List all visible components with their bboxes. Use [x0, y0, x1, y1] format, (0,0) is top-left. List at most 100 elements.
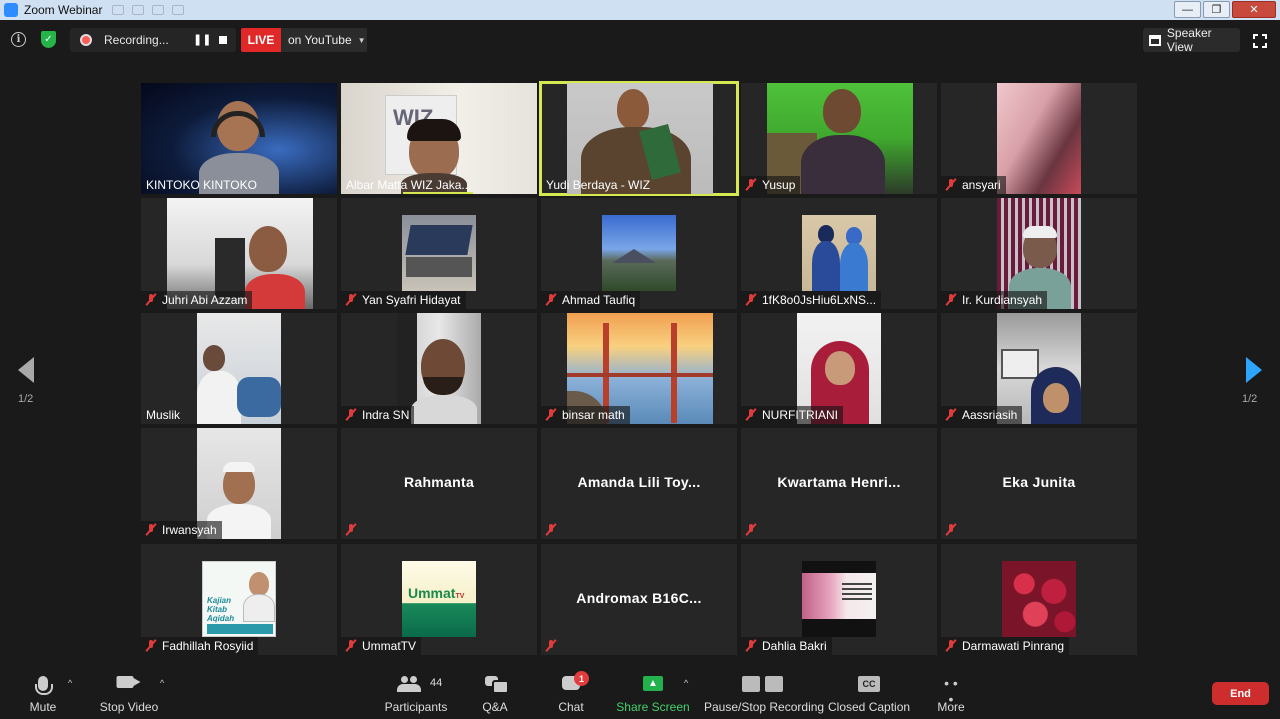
participants-label: Participants: [384, 700, 448, 714]
participant-tile[interactable]: Darmawati Pinrang: [941, 544, 1137, 655]
participant-tile[interactable]: Aassriasih: [941, 313, 1137, 424]
participant-tile[interactable]: Yusup: [741, 83, 937, 194]
video-options-chevron-up-icon[interactable]: ^: [160, 678, 164, 688]
participant-display-name: Amanda Lili Toy...: [577, 474, 701, 490]
chat-label: Chat: [558, 700, 584, 714]
speaker-view-label: Speaker View: [1166, 26, 1212, 54]
stop-video-button[interactable]: Stop Video: [96, 664, 162, 719]
page-indicator-left: 1/2: [18, 393, 34, 405]
share-options-chevron-up-icon[interactable]: ^: [684, 678, 688, 688]
previous-page-arrow-icon[interactable]: [18, 357, 34, 383]
participant-name-label: Dahlia Bakri: [741, 637, 832, 655]
participant-name-label: [541, 637, 567, 655]
muted-mic-icon: [746, 179, 756, 191]
participant-tile[interactable]: Rahmanta: [341, 428, 537, 539]
participant-tile[interactable]: Amanda Lili Toy...: [541, 428, 737, 539]
muted-mic-icon: [346, 294, 356, 306]
participant-tile[interactable]: Indra SN: [341, 313, 537, 424]
recording-dot-icon: [80, 34, 92, 46]
participant-tile[interactable]: ansyari: [941, 83, 1137, 194]
muted-mic-icon: [946, 179, 956, 191]
zoom-app-icon: [4, 3, 18, 17]
share-screen-label: Share Screen: [616, 700, 690, 714]
participant-tile[interactable]: Ir. Kurdiansyah: [941, 198, 1137, 309]
closed-caption-icon: CC: [858, 676, 880, 692]
muted-mic-icon: [946, 640, 956, 652]
participant-tile[interactable]: KINTOKO KINTOKO: [141, 83, 337, 194]
audio-options-chevron-up-icon[interactable]: ^: [68, 678, 72, 688]
muted-mic-icon: [146, 524, 156, 536]
muted-mic-icon: [146, 294, 156, 306]
muted-mic-icon: [346, 524, 356, 536]
participant-video: [402, 215, 476, 291]
participant-name-label: Ahmad Taufiq: [541, 291, 641, 309]
chat-unread-badge: 1: [574, 671, 589, 686]
minimize-button[interactable]: —: [1174, 1, 1201, 18]
closed-caption-label: Closed Caption: [828, 700, 911, 714]
participant-tile[interactable]: WIZ Albar Matta WIZ Jaka...: [341, 83, 537, 194]
participant-tile[interactable]: Kwartama Henri...: [741, 428, 937, 539]
meeting-bottom-toolbar: Mute ^ Stop Video ^ Participants 44 Q&A …: [0, 664, 1280, 719]
mute-button[interactable]: Mute: [18, 664, 68, 719]
muted-mic-icon: [546, 294, 556, 306]
muted-mic-icon: [746, 524, 756, 536]
participant-tile[interactable]: Irwansyah: [141, 428, 337, 539]
maximize-button[interactable]: ❐: [1203, 1, 1230, 18]
end-webinar-button[interactable]: End: [1212, 682, 1269, 705]
participants-icon: [397, 676, 421, 692]
muted-mic-icon: [546, 640, 556, 652]
participant-name-label: Irwansyah: [141, 521, 222, 539]
mute-label: Mute: [29, 700, 57, 714]
meeting-top-toolbar: i ✓ Recording... ❚❚ LIVE on YouTube ▼ Sp…: [0, 20, 1280, 60]
participant-tile[interactable]: Eka Junita: [941, 428, 1137, 539]
live-badge: LIVE: [241, 28, 281, 52]
muted-mic-icon: [746, 294, 756, 306]
participant-name-label: KINTOKO KINTOKO: [146, 178, 257, 192]
participant-tile[interactable]: Yan Syafri Hidayat: [341, 198, 537, 309]
recording-status-text: Recording...: [104, 33, 169, 47]
live-stream-target-dropdown[interactable]: on YouTube ▼: [281, 28, 367, 52]
next-page-arrow-icon[interactable]: [1246, 357, 1262, 383]
closed-caption-button[interactable]: CC Closed Caption: [828, 664, 910, 719]
close-window-button[interactable]: ✕: [1232, 1, 1276, 18]
muted-mic-icon: [546, 524, 556, 536]
muted-mic-icon: [946, 294, 956, 306]
participant-name-label: binsar math: [541, 406, 630, 424]
participant-name-label: Juhri Abi Azzam: [141, 291, 253, 309]
muted-mic-icon: [946, 524, 956, 536]
participant-tile[interactable]: Kajian Kitab Aqidah Fadhillah Rosyiid: [141, 544, 337, 655]
active-speaker-tile[interactable]: Yudi Berdaya - WIZ: [539, 81, 739, 196]
speaker-view-button[interactable]: Speaker View: [1143, 26, 1240, 54]
info-icon[interactable]: i: [11, 32, 26, 47]
participant-name-label: Yudi Berdaya - WIZ: [546, 178, 651, 192]
page-indicator-right: 1/2: [1242, 393, 1258, 405]
ummat-logo-text: Ummat: [408, 585, 456, 601]
pause-stop-recording-button[interactable]: Pause/Stop Recording: [704, 664, 825, 719]
muted-mic-icon: [946, 409, 956, 421]
participant-tile[interactable]: NURFITRIANI: [741, 313, 937, 424]
pause-recording-icon[interactable]: ❚❚: [193, 33, 211, 46]
participant-tile[interactable]: binsar math: [541, 313, 737, 424]
chat-button[interactable]: Chat: [548, 664, 594, 719]
participant-video: [802, 215, 876, 291]
stop-recording-icon[interactable]: [219, 36, 227, 44]
participant-tile[interactable]: Juhri Abi Azzam: [141, 198, 337, 309]
view-layout-icon: [1149, 34, 1161, 46]
participant-tile[interactable]: Muslik: [141, 313, 337, 424]
encryption-shield-icon[interactable]: ✓: [41, 31, 56, 48]
more-button[interactable]: More: [930, 664, 972, 719]
pause-stop-recording-label: Pause/Stop Recording: [704, 700, 825, 714]
participant-display-name: Eka Junita: [1002, 474, 1076, 490]
participant-tile[interactable]: Dahlia Bakri: [741, 544, 937, 655]
participant-tile[interactable]: UmmatTV UmmatTV: [341, 544, 537, 655]
participant-tile[interactable]: Ahmad Taufiq: [541, 198, 737, 309]
fullscreen-icon[interactable]: [1252, 33, 1268, 49]
participant-tile[interactable]: Andromax B16C...: [541, 544, 737, 655]
qa-button[interactable]: Q&A: [472, 664, 518, 719]
participant-name-label: Yusup: [741, 176, 801, 194]
participant-video: [1002, 561, 1076, 637]
participants-button[interactable]: Participants: [384, 664, 448, 719]
participant-tile[interactable]: 1fK8o0JsHiu6LxNS...: [741, 198, 937, 309]
share-screen-button[interactable]: ▲ Share Screen: [616, 664, 690, 719]
participant-name-label: ansyari: [941, 176, 1006, 194]
